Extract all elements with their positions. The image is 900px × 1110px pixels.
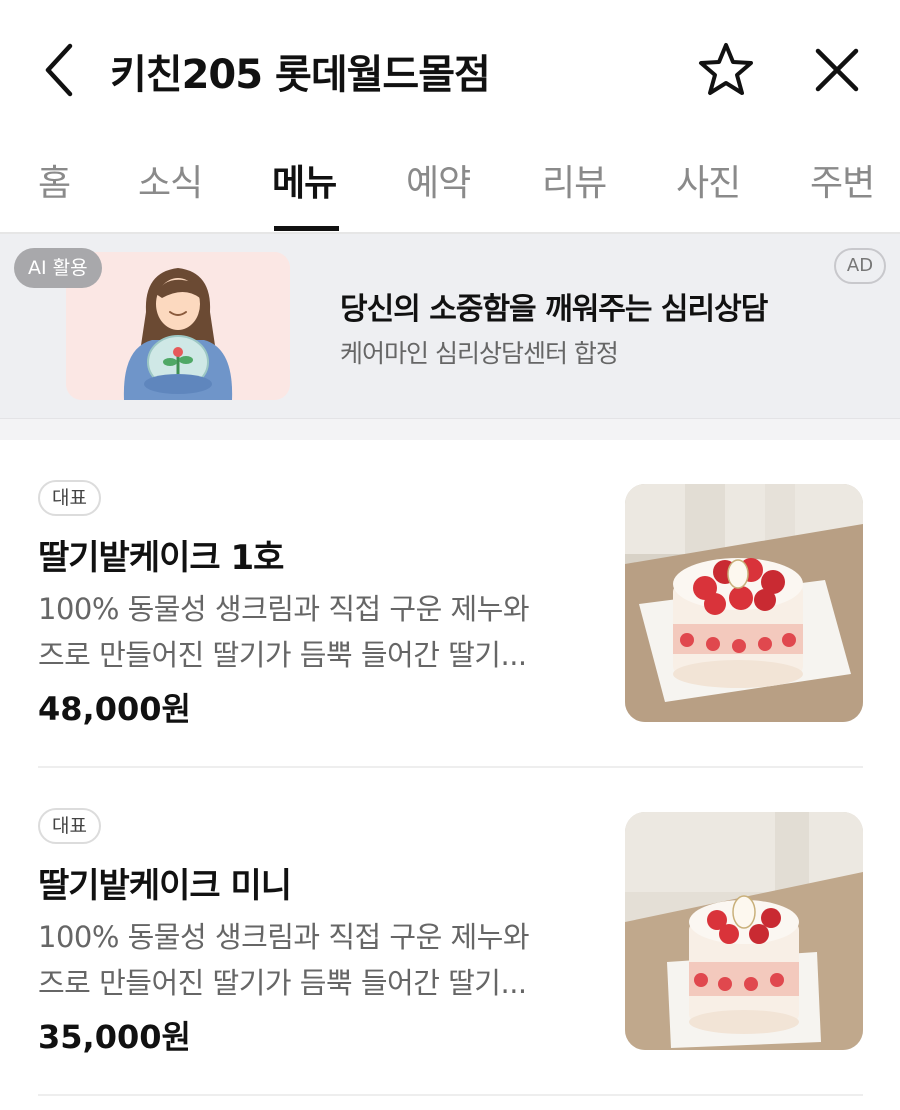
star-outline-icon (699, 43, 753, 95)
list-divider (38, 1094, 863, 1096)
menu-item-description: 100% 동물성 생크림과 직접 구운 제누와 즈로 만들어진 딸기가 듬뿍 들… (38, 586, 588, 678)
ad-banner[interactable]: AI 활용 AD 당신의 소중함을 깨워주는 심리상담 케어마인 심리상담센터 … (0, 234, 900, 418)
tab-home[interactable]: 홈 (38, 154, 71, 206)
menu-item-price: 48,000원 (38, 690, 191, 728)
close-button[interactable] (810, 40, 864, 100)
ad-subtitle[interactable]: 케어마인 심리상담센터 합정 (340, 334, 619, 370)
menu-item-name[interactable]: 딸기밭케이크 미니 (38, 858, 292, 907)
tab-photos[interactable]: 사진 (676, 154, 741, 206)
active-tab-indicator (274, 226, 339, 231)
chevron-left-icon (45, 43, 73, 97)
tab-reservation[interactable]: 예약 (406, 154, 471, 206)
menu-item[interactable]: 대표 딸기밭케이크 1호 100% 동물성 생크림과 직접 구운 제누와 즈로 … (0, 440, 900, 766)
tab-reviews[interactable]: 리뷰 (542, 154, 607, 206)
app-header: 키친205 롯데월드몰점 (0, 0, 900, 140)
menu-item-price: 35,000원 (38, 1018, 191, 1056)
place-detail-page: 키친205 롯데월드몰점 홈 소식 메뉴 예약 리뷰 사진 주변 AI 활용 A… (0, 0, 900, 1110)
section-gap (0, 418, 900, 440)
strawberry-cake-photo (625, 484, 863, 722)
back-button[interactable] (36, 40, 86, 100)
signature-badge: 대표 (38, 808, 101, 844)
close-icon (815, 48, 859, 92)
tab-bar: 홈 소식 메뉴 예약 리뷰 사진 주변 (0, 140, 900, 234)
signature-badge: 대표 (38, 480, 101, 516)
menu-item-description-line: 즈로 만들어진 딸기가 듬뿍 들어간 딸기... (38, 966, 527, 1000)
menu-item-description: 100% 동물성 생크림과 직접 구운 제누와 즈로 만들어진 딸기가 듬뿍 들… (38, 914, 588, 1006)
ai-usage-badge: AI 활용 (14, 248, 102, 288)
menu-item-photo[interactable] (625, 484, 863, 722)
menu-item-description-line: 100% 동물성 생크림과 직접 구운 제누와 (38, 592, 530, 626)
menu-item-name[interactable]: 딸기밭케이크 1호 (38, 530, 284, 579)
favorite-button[interactable] (696, 40, 756, 100)
menu-item-description-line: 즈로 만들어진 딸기가 듬뿍 들어간 딸기... (38, 638, 527, 672)
ad-title[interactable]: 당신의 소중함을 깨워주는 심리상담 (340, 284, 768, 328)
tab-nearby[interactable]: 주변 (810, 154, 875, 206)
tab-news[interactable]: 소식 (138, 154, 203, 206)
page-title: 키친205 롯데월드몰점 (110, 52, 491, 98)
menu-item[interactable]: 대표 딸기밭케이크 미니 100% 동물성 생크림과 직접 구운 제누와 즈로 … (0, 768, 900, 1094)
mini-strawberry-cake-photo (625, 812, 863, 1050)
tab-menu[interactable]: 메뉴 (272, 154, 337, 206)
menu-item-photo[interactable] (625, 812, 863, 1050)
menu-item-description-line: 100% 동물성 생크림과 직접 구운 제누와 (38, 920, 530, 954)
ad-label-badge: AD (834, 248, 886, 284)
